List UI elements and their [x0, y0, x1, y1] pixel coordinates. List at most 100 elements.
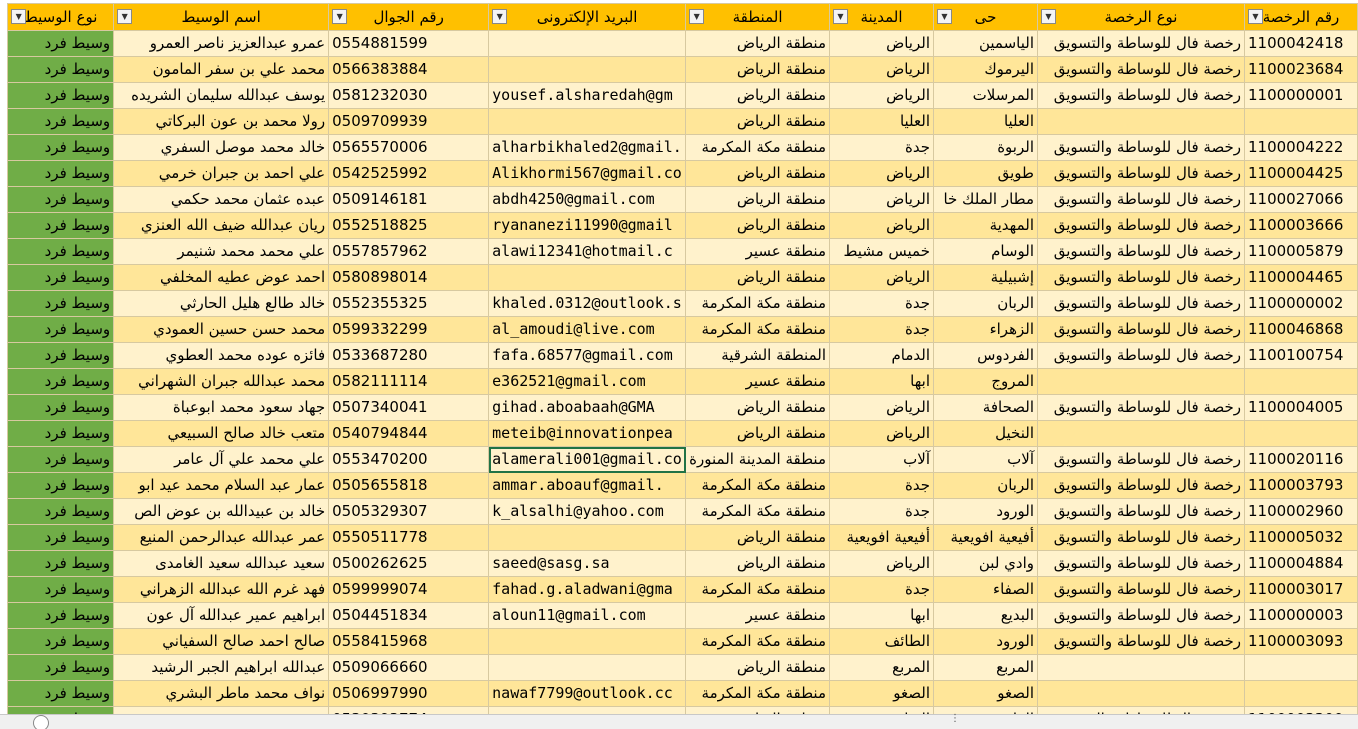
- table-cell[interactable]: سعيد عبدالله سعيد الغامدى: [113, 550, 330, 577]
- table-cell[interactable]: وسيط فرد: [7, 82, 115, 109]
- column-header[interactable]: المدينة ▼: [829, 3, 934, 31]
- table-cell[interactable]: يوسف عبدالله سليمان الشريده: [113, 82, 330, 109]
- table-cell[interactable]: رخصة فال للوساطة والتسويق: [1037, 628, 1245, 655]
- table-cell[interactable]: fahad.g.aladwani@gma: [488, 576, 687, 603]
- table-cell[interactable]: عمار عبد السلام محمد عيد ابو: [113, 472, 330, 499]
- table-cell[interactable]: 0504451834: [328, 602, 490, 629]
- table-cell[interactable]: رخصة فال للوساطة والتسويق: [1037, 30, 1245, 57]
- table-cell[interactable]: 0507340041: [328, 394, 490, 421]
- filter-dropdown-icon[interactable]: ▼: [833, 9, 848, 24]
- table-cell[interactable]: منطقة الرياض: [685, 420, 830, 447]
- table-cell[interactable]: البديع: [933, 602, 1038, 629]
- table-cell[interactable]: المهدية: [933, 212, 1038, 239]
- table-cell[interactable]: [1244, 420, 1358, 447]
- table-cell[interactable]: متعب خالد صالح السبيعي: [113, 420, 330, 447]
- column-header[interactable]: نوع الرخصة ▼: [1037, 3, 1245, 31]
- table-cell[interactable]: فهد غرم الله عبدالله الزهراني: [113, 576, 330, 603]
- table-cell[interactable]: منطقة مكة المكرمة: [685, 628, 830, 655]
- table-cell[interactable]: الرياض: [829, 30, 934, 57]
- table-cell[interactable]: أفيعية افويعية: [933, 524, 1038, 551]
- table-cell[interactable]: خميس مشيط: [829, 238, 934, 265]
- table-cell[interactable]: ابها: [829, 368, 934, 395]
- table-cell[interactable]: 1100004465: [1244, 264, 1358, 291]
- table-cell[interactable]: منطقة الرياض: [685, 394, 830, 421]
- table-cell[interactable]: منطقة مكة المكرمة: [685, 290, 830, 317]
- table-cell[interactable]: 0565570006: [328, 134, 490, 161]
- table-cell[interactable]: الرياض: [829, 264, 934, 291]
- table-cell[interactable]: خالد طالع هليل الحارثي: [113, 290, 330, 317]
- table-cell[interactable]: 1100002960: [1244, 498, 1358, 525]
- table-cell[interactable]: 1100000002: [1244, 290, 1358, 317]
- table-cell[interactable]: 0553470200: [328, 446, 490, 473]
- table-cell[interactable]: 0550511778: [328, 524, 490, 551]
- table-cell[interactable]: علي محمد علي آل عامر: [113, 446, 330, 473]
- table-cell[interactable]: الرياض: [829, 550, 934, 577]
- table-cell[interactable]: [488, 654, 687, 681]
- table-cell[interactable]: الرياض: [829, 394, 934, 421]
- table-cell[interactable]: 1100003666: [1244, 212, 1358, 239]
- table-cell[interactable]: منطقة مكة المكرمة: [685, 498, 830, 525]
- table-cell[interactable]: الصحافة: [933, 394, 1038, 421]
- table-cell[interactable]: fafa.68577@gmail.com: [488, 342, 687, 369]
- filter-dropdown-icon[interactable]: ▼: [332, 9, 348, 24]
- table-cell[interactable]: رخصة فال للوساطة والتسويق: [1037, 56, 1245, 83]
- table-cell[interactable]: abdh4250@gmail.com: [488, 186, 687, 213]
- table-cell[interactable]: 1100020116: [1244, 446, 1358, 473]
- table-cell[interactable]: 1100100754: [1244, 342, 1358, 369]
- filter-dropdown-icon[interactable]: ▼: [1041, 9, 1056, 24]
- table-cell[interactable]: جدة: [829, 576, 934, 603]
- table-cell[interactable]: وادي لبن: [933, 550, 1038, 577]
- table-cell[interactable]: رخصة فال للوساطة والتسويق: [1037, 394, 1245, 421]
- table-cell[interactable]: رخصة فال للوساطة والتسويق: [1037, 134, 1245, 161]
- table-cell[interactable]: Alikhormi567@gmail.co: [488, 160, 687, 187]
- table-cell[interactable]: عمر عبدالله عبدالرحمن المنيع: [113, 524, 330, 551]
- table-cell[interactable]: جدة: [829, 290, 934, 317]
- table-cell[interactable]: الصغو: [933, 680, 1038, 707]
- table-cell[interactable]: رخصة فال للوساطة والتسويق: [1037, 602, 1245, 629]
- table-cell[interactable]: khaled.0312@outlook.s: [488, 290, 687, 317]
- table-cell[interactable]: 0580898014: [328, 264, 490, 291]
- table-cell[interactable]: وسيط فرد: [7, 654, 115, 681]
- table-cell[interactable]: 1100023684: [1244, 56, 1358, 83]
- table-cell[interactable]: منطقة الرياض: [685, 30, 830, 57]
- table-cell[interactable]: 0558415968: [328, 628, 490, 655]
- table-cell[interactable]: محمد عبدالله جبران الشهراني: [113, 368, 330, 395]
- table-cell[interactable]: رخصة فال للوساطة والتسويق: [1037, 472, 1245, 499]
- table-cell[interactable]: جهاد سعود محمد ابوعباة: [113, 394, 330, 421]
- table-cell[interactable]: اليرموك: [933, 56, 1038, 83]
- table-cell[interactable]: ryananezi11990@gmail: [488, 212, 687, 239]
- table-cell[interactable]: 0599332299: [328, 316, 490, 343]
- scroll-handle-icon[interactable]: ⋮: [950, 713, 960, 724]
- table-cell[interactable]: منطقة الرياض: [685, 56, 830, 83]
- table-cell[interactable]: 1100003093: [1244, 628, 1358, 655]
- table-cell[interactable]: وسيط فرد: [7, 472, 115, 499]
- column-header[interactable]: نوع الوسيط ▼: [7, 3, 115, 31]
- table-cell[interactable]: 1100003017: [1244, 576, 1358, 603]
- table-cell[interactable]: الوسام: [933, 238, 1038, 265]
- table-cell[interactable]: الربان: [933, 290, 1038, 317]
- table-cell[interactable]: جدة: [829, 498, 934, 525]
- table-cell[interactable]: فائزه عوده محمد العطوي: [113, 342, 330, 369]
- table-cell[interactable]: طويق: [933, 160, 1038, 187]
- table-cell[interactable]: منطقة الرياض: [685, 550, 830, 577]
- column-header[interactable]: رقم الرخصة ▼: [1244, 3, 1358, 31]
- table-cell[interactable]: منطقة الرياض: [685, 264, 830, 291]
- table-cell[interactable]: رخصة فال للوساطة والتسويق: [1037, 576, 1245, 603]
- table-cell[interactable]: منطقة عسير: [685, 238, 830, 265]
- table-cell[interactable]: alamerali001@gmail.co: [488, 446, 687, 473]
- table-cell[interactable]: رخصة فال للوساطة والتسويق: [1037, 160, 1245, 187]
- table-cell[interactable]: [488, 30, 687, 57]
- table-cell[interactable]: ابها: [829, 602, 934, 629]
- table-cell[interactable]: gihad.aboabaah@GMA: [488, 394, 687, 421]
- table-cell[interactable]: الصفاء: [933, 576, 1038, 603]
- table-cell[interactable]: 0554881599: [328, 30, 490, 57]
- table-cell[interactable]: وسيط فرد: [7, 134, 115, 161]
- table-cell[interactable]: نواف محمد ماطر البشري: [113, 680, 330, 707]
- table-cell[interactable]: منطقة مكة المكرمة: [685, 316, 830, 343]
- table-cell[interactable]: الرياض: [829, 212, 934, 239]
- table-cell[interactable]: آلاب: [933, 446, 1038, 473]
- table-cell[interactable]: [1244, 108, 1358, 135]
- table-cell[interactable]: وسيط فرد: [7, 342, 115, 369]
- table-cell[interactable]: رولا محمد بن عون البركاتي: [113, 108, 330, 135]
- table-cell[interactable]: ريان عبدالله ضيف الله العنزي: [113, 212, 330, 239]
